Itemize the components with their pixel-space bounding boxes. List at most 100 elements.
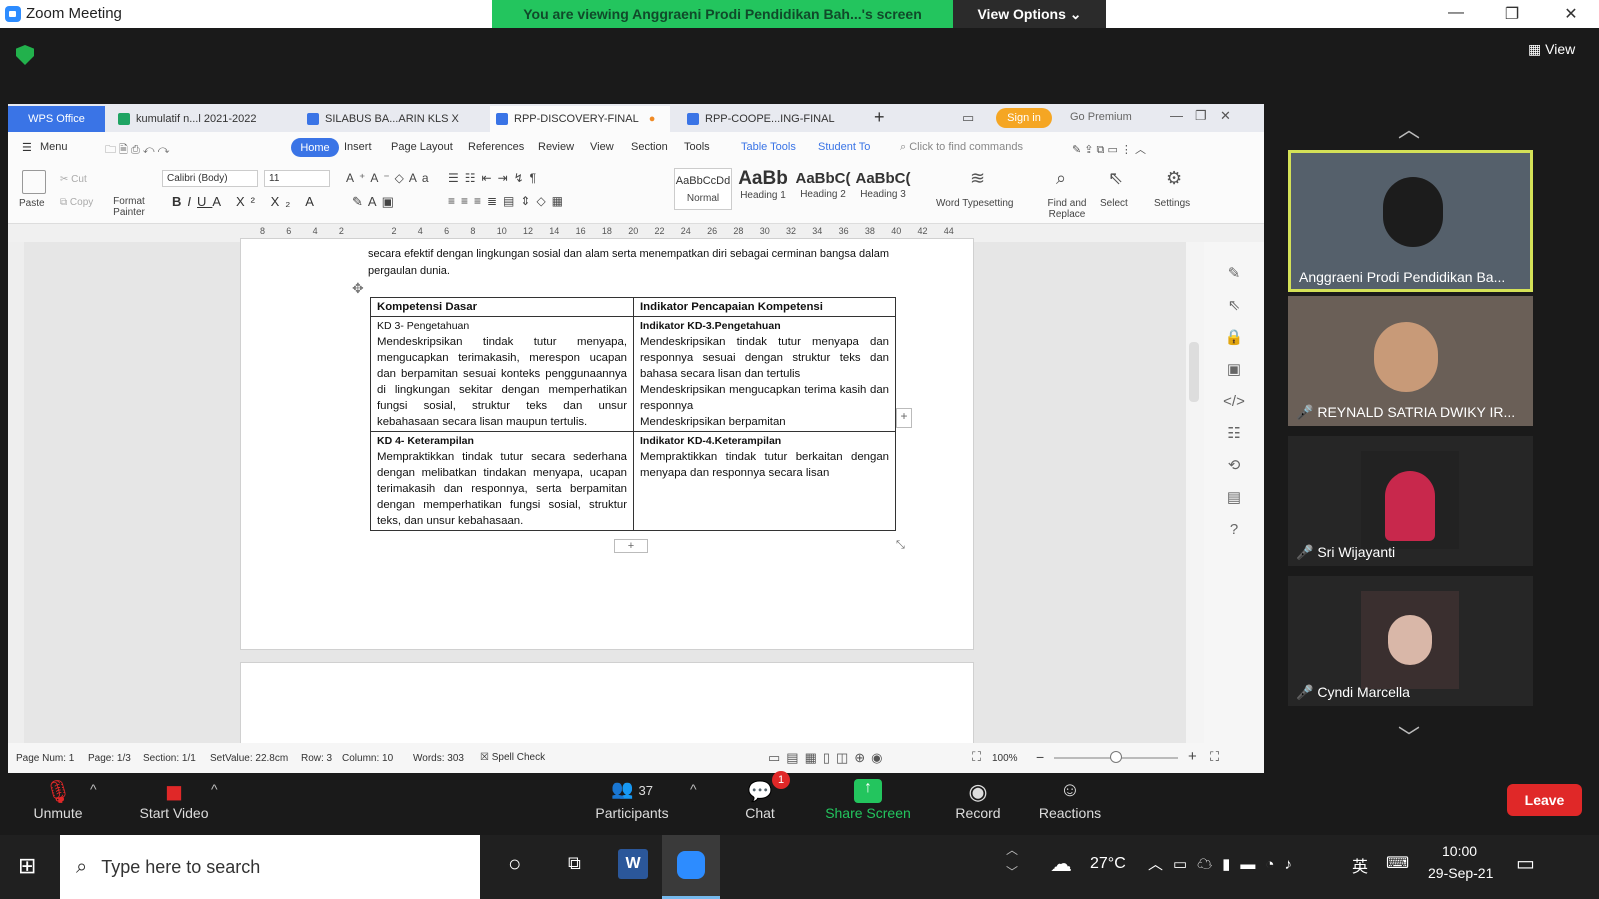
view-button[interactable]: ▦ View: [1528, 41, 1575, 58]
style-heading-2[interactable]: AaBbC( Heading 2: [794, 168, 852, 210]
menu-references[interactable]: References: [468, 141, 524, 153]
leave-button[interactable]: Leave: [1507, 784, 1582, 816]
video-tile-active[interactable]: Anggraeni Prodi Pendidikan Ba...: [1288, 150, 1533, 292]
fit-page-icon[interactable]: ⛶: [972, 749, 981, 765]
menu-home[interactable]: Home: [291, 138, 339, 157]
find-replace-button[interactable]: Find and Replace: [1044, 198, 1090, 220]
cell-ikd3[interactable]: Indikator KD-3.Pengetahuan Mendeskripsik…: [633, 316, 896, 432]
cortana-icon[interactable]: ○: [508, 851, 521, 877]
record-button[interactable]: ◉ Record: [944, 773, 1012, 833]
menu-page-layout[interactable]: Page Layout: [391, 141, 453, 153]
tab-kumulatif[interactable]: kumulatif n...l 2021-2022: [112, 106, 292, 132]
font-size-icons[interactable]: A⁺A⁻◇Aa: [346, 171, 434, 185]
reactions-button[interactable]: ☺ Reactions: [1032, 773, 1108, 833]
font-format-icons[interactable]: BIUA X² X₂ A: [172, 194, 320, 209]
menu-tools[interactable]: Tools: [684, 141, 710, 153]
align-icons[interactable]: ≡≡≡≣▤⇕◇▦: [448, 194, 569, 208]
fullscreen-icon[interactable]: ⛶: [1210, 749, 1219, 765]
video-options-chevron-icon[interactable]: ^: [211, 781, 218, 797]
video-tile[interactable]: 🎤 Cyndi Marcella: [1288, 576, 1533, 706]
view-mode-icons[interactable]: ▭▤▦▯◫⊕◉: [768, 750, 889, 766]
zoom-level[interactable]: 100%: [992, 753, 1018, 764]
clock-date[interactable]: 29-Sep-21: [1428, 865, 1493, 881]
temperature[interactable]: 27°C: [1090, 855, 1126, 873]
wps-restore-icon[interactable]: ❐: [1195, 108, 1207, 124]
task-view-icon[interactable]: ⧉: [568, 853, 581, 874]
settings-button[interactable]: Settings: [1154, 198, 1190, 209]
notification-icon[interactable]: ▭: [1516, 851, 1535, 876]
style-heading-3[interactable]: AaBbC( Heading 3: [854, 168, 912, 210]
video-tile[interactable]: 🎤 Sri Wijayanti: [1288, 436, 1533, 566]
menu-hamburger-icon[interactable]: ☰: [22, 141, 32, 154]
font-name-select[interactable]: Calibri (Body): [162, 170, 258, 187]
ribbon-right-icons[interactable]: ✎ ⇪ ⧉ ▭ ⋮ ︿: [1072, 141, 1146, 157]
style-heading-1[interactable]: AaBb Heading 1: [734, 168, 792, 210]
menu-student-tools[interactable]: Student To: [818, 141, 870, 153]
encryption-shield-icon[interactable]: [16, 45, 34, 65]
zoom-slider-handle[interactable]: [1110, 751, 1122, 763]
table-resize-icon[interactable]: ⤡: [896, 539, 905, 552]
system-tray-icons[interactable]: ︿▭☁▮▬◔♪: [1148, 853, 1302, 874]
sign-in-button[interactable]: Sign in: [996, 108, 1052, 128]
go-premium-link[interactable]: Go Premium: [1070, 111, 1132, 123]
zoom-in-icon[interactable]: +: [1188, 748, 1197, 765]
participants-button[interactable]: 👥 37 Participants: [586, 773, 678, 833]
close-icon[interactable]: ✕: [1556, 4, 1586, 24]
cell-ikd4[interactable]: Indikator KD-4.Keterampilan Mempraktikka…: [633, 431, 896, 531]
wps-minimize-icon[interactable]: —: [1170, 108, 1183, 123]
video-tile[interactable]: 🎤 REYNALD SATRIA DWIKY IR...: [1288, 296, 1533, 426]
find-commands-input[interactable]: ⌕ Click to find commands: [900, 141, 1023, 154]
word-app-icon[interactable]: W: [618, 849, 648, 879]
unmute-button[interactable]: 🎙 Unmute: [18, 773, 98, 833]
font-size-select[interactable]: 11: [264, 170, 330, 187]
audio-options-chevron-icon[interactable]: ^: [90, 781, 97, 797]
tab-rpp-discovery[interactable]: RPP-DISCOVERY-FINAL ●: [490, 106, 670, 132]
start-video-button[interactable]: ◼ Start Video: [124, 773, 224, 833]
gallery-up-icon[interactable]: ︿: [1398, 112, 1420, 144]
taskbar-search-input[interactable]: ⌕ Type here to search: [60, 835, 480, 899]
cell-kd3[interactable]: KD 3- Pengetahuan Mendeskripsikan tindak…: [370, 316, 634, 432]
menu-insert[interactable]: Insert: [344, 141, 372, 153]
menu-view[interactable]: View: [590, 141, 614, 153]
share-screen-button[interactable]: ↑ Share Screen: [820, 773, 916, 833]
highlight-icons[interactable]: ✎A▣: [352, 194, 399, 210]
gallery-down-icon[interactable]: ﹀: [1398, 720, 1420, 752]
participants-chevron-icon[interactable]: ^: [690, 781, 697, 797]
select-button[interactable]: Select: [1100, 198, 1128, 209]
paragraph-icons[interactable]: ☰☷⇤⇥↯¶: [448, 171, 542, 185]
restore-icon[interactable]: ❐: [1497, 4, 1527, 24]
clock-time[interactable]: 10:00: [1442, 843, 1477, 859]
zoom-out-icon[interactable]: −: [1036, 749, 1044, 765]
vertical-scrollbar[interactable]: [1186, 242, 1204, 743]
format-painter-button[interactable]: Format Painter: [112, 196, 146, 218]
taskbar-scroll-icon[interactable]: ︿ ﹀: [1006, 839, 1018, 883]
monitor-icon[interactable]: ▭: [962, 110, 974, 126]
right-side-panel[interactable]: ✎ ⇖ 🔒 ▣ </> ☷ ⟲ ▤?: [1204, 242, 1264, 743]
scrollbar-thumb[interactable]: [1189, 342, 1199, 402]
menu-table-tools[interactable]: Table Tools: [741, 141, 796, 153]
add-column-icon[interactable]: +: [896, 408, 912, 428]
paste-icon[interactable]: [22, 170, 46, 194]
view-options-button[interactable]: View Options ⌄: [953, 0, 1106, 28]
menu-review[interactable]: Review: [538, 141, 574, 153]
minimize-icon[interactable]: —: [1441, 4, 1471, 24]
add-row-icon[interactable]: +: [614, 539, 648, 553]
tab-wps-office[interactable]: WPS Office: [8, 106, 105, 132]
wps-close-icon[interactable]: ✕: [1220, 108, 1231, 124]
cell-kd4[interactable]: KD 4- Keterampilan Mempraktikkan tindak …: [370, 431, 634, 531]
keyboard-icon[interactable]: ⌨: [1386, 853, 1409, 873]
new-tab-icon[interactable]: +: [874, 107, 885, 128]
paste-button[interactable]: Paste: [19, 198, 45, 209]
cut-button[interactable]: ✂ Cut: [60, 174, 87, 185]
tab-silabus[interactable]: SILABUS BA...ARIN KLS X: [301, 106, 481, 132]
tab-rpp-coope[interactable]: RPP-COOPE...ING-FINAL: [681, 106, 861, 132]
spell-check-button[interactable]: ☒ Spell Check: [480, 752, 545, 763]
style-normal[interactable]: AaBbCcDd Normal: [674, 168, 732, 210]
windows-start-icon[interactable]: ⊞: [18, 853, 36, 879]
zoom-app-taskbar[interactable]: [662, 835, 720, 899]
toolbar-quick-icons[interactable]: 🗀 🗎 ⎙ ↶ ↷: [105, 141, 169, 160]
copy-button[interactable]: ⧉ Copy: [60, 197, 93, 208]
menu-main[interactable]: Menu: [40, 141, 68, 153]
table-move-handle-icon[interactable]: ✥: [352, 280, 364, 297]
word-typesetting-button[interactable]: Word Typesetting: [936, 198, 1013, 209]
